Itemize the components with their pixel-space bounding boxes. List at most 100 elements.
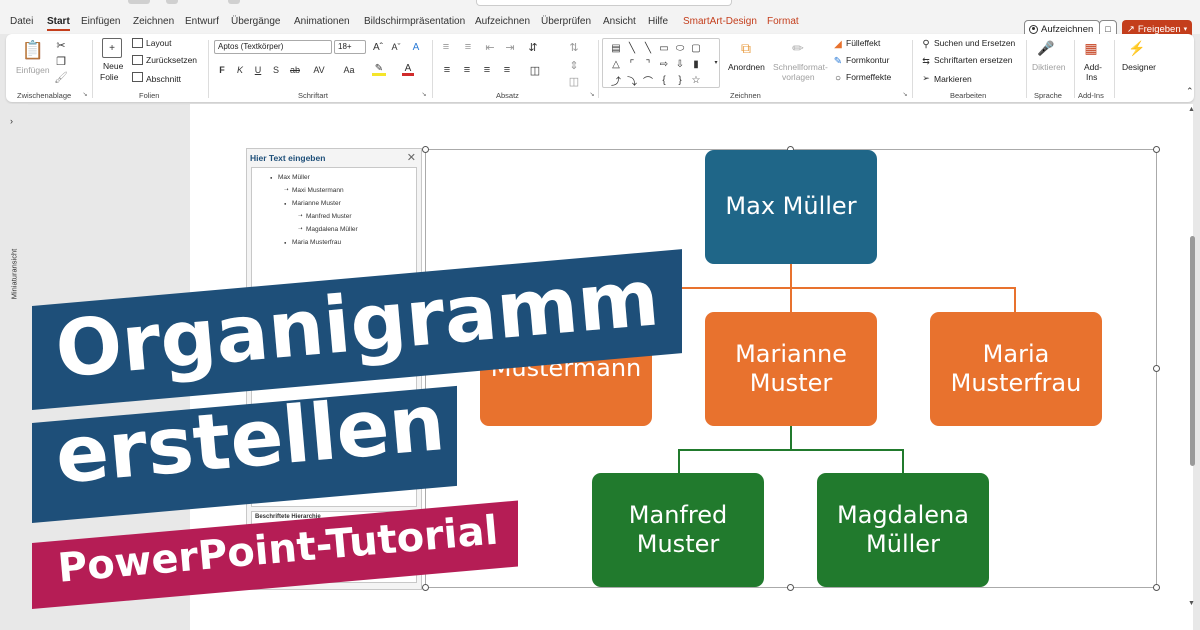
increase-font-icon[interactable]: Aˆ <box>371 40 385 54</box>
font-color-icon[interactable]: A <box>402 63 414 76</box>
font-name-select[interactable]: Aptos (Textkörper) <box>214 40 332 54</box>
org-node-root[interactable]: Max Müller <box>705 150 877 264</box>
right-arrow-icon[interactable]: ⇨ <box>656 56 672 72</box>
flowchart-icon[interactable]: ▮ <box>688 56 704 72</box>
brace-left-icon[interactable]: { <box>656 72 672 88</box>
brace-right-icon[interactable]: } <box>672 72 688 88</box>
italic-icon[interactable]: K <box>234 64 246 76</box>
org-node-level3[interactable]: Manfred Muster <box>592 473 764 587</box>
copy-icon[interactable]: ❐ <box>54 54 68 68</box>
align-text-icon[interactable]: ⇕ <box>566 58 582 72</box>
resize-handle[interactable] <box>1153 584 1160 591</box>
increase-indent-icon[interactable]: ⇥ <box>502 40 518 54</box>
resize-handle[interactable] <box>422 584 429 591</box>
justify-icon[interactable]: ≡ <box>500 64 514 76</box>
new-slide-icon[interactable]: + <box>102 38 122 58</box>
list-item[interactable]: Maria Musterfrau <box>284 239 341 246</box>
close-icon[interactable]: ✕ <box>407 151 416 164</box>
addins-label-2[interactable]: Ins <box>1086 72 1097 82</box>
list-item[interactable]: Max Müller <box>270 174 310 181</box>
resize-handle[interactable] <box>422 146 429 153</box>
addins-label-1[interactable]: Add- <box>1084 62 1102 72</box>
arc-icon[interactable]: ⌒ <box>640 72 656 88</box>
section-button[interactable]: Abschnitt <box>146 74 181 84</box>
resize-handle[interactable] <box>1153 365 1160 372</box>
highlight-icon[interactable]: ✎ <box>372 63 386 76</box>
resize-handle[interactable] <box>787 584 794 591</box>
addins-icon[interactable]: ▦ <box>1081 38 1101 58</box>
line-icon[interactable]: ╲ <box>640 40 656 56</box>
chevron-up-icon[interactable]: ⌃ <box>1186 86 1194 97</box>
elbow-connector-icon[interactable]: ⌝ <box>640 56 656 72</box>
bold-icon[interactable]: F <box>216 64 228 76</box>
quick-access-icon[interactable] <box>128 0 150 4</box>
scroll-up-icon[interactable]: ▲ <box>1188 106 1195 113</box>
tab-datei[interactable]: Datei <box>10 16 33 27</box>
vertical-scrollbar[interactable] <box>1190 236 1195 466</box>
tab-entwurf[interactable]: Entwurf <box>185 16 219 27</box>
org-node-level2[interactable]: Maria Musterfrau <box>930 312 1102 426</box>
tab-uebergaenge[interactable]: Übergänge <box>231 16 280 27</box>
tab-hilfe[interactable]: Hilfe <box>648 16 668 27</box>
designer-icon[interactable]: ⚡ <box>1126 38 1148 58</box>
tab-smartart-design[interactable]: SmartArt-Design <box>683 16 757 27</box>
tab-animationen[interactable]: Animationen <box>294 16 350 27</box>
tab-aufzeichnen[interactable]: Aufzeichnen <box>475 16 530 27</box>
replace-fonts-button[interactable]: Schriftarten ersetzen <box>934 55 1012 65</box>
designer-label[interactable]: Designer <box>1122 62 1156 72</box>
quick-access-icon[interactable] <box>228 0 240 4</box>
text-direction-icon[interactable]: ⇅ <box>566 40 582 54</box>
ellipse-icon[interactable]: ⬭ <box>672 40 688 56</box>
format-painter-icon[interactable]: 🖌 <box>54 70 68 84</box>
search-box[interactable] <box>476 0 732 6</box>
microphone-icon[interactable]: 🎤 <box>1036 38 1056 58</box>
reset-button[interactable]: Zurücksetzen <box>146 55 197 65</box>
list-item[interactable]: Maxi Mustermann <box>284 187 344 194</box>
line-spacing-icon[interactable]: ⇵ <box>524 40 542 54</box>
font-size-select[interactable]: 18+ <box>334 40 366 54</box>
numbering-icon[interactable]: ≡ <box>460 40 476 54</box>
tab-bildschirmpraesentation[interactable]: Bildschirmpräsentation <box>364 16 465 27</box>
shadow-icon[interactable]: S <box>270 64 282 76</box>
org-node-level3[interactable]: Magdalena Müller <box>817 473 989 587</box>
smartart-convert-icon[interactable]: ◫ <box>566 74 582 88</box>
quick-styles-icon[interactable]: ✏ <box>788 38 808 58</box>
decrease-font-icon[interactable]: Aˇ <box>389 40 403 54</box>
tab-einfuegen[interactable]: Einfügen <box>81 16 120 27</box>
org-node-level2[interactable]: Marianne Muster <box>705 312 877 426</box>
triangle-icon[interactable]: △ <box>608 56 624 72</box>
tab-start[interactable]: Start <box>47 16 70 31</box>
tab-zeichnen[interactable]: Zeichnen <box>133 16 174 27</box>
dialog-launcher-icon[interactable]: ↘ <box>82 91 88 98</box>
arrange-label[interactable]: Anordnen <box>728 62 765 72</box>
layout-button[interactable]: Layout <box>146 38 172 48</box>
curve-icon[interactable]: ⤵ <box>624 72 640 88</box>
clear-format-icon[interactable]: A <box>409 40 423 54</box>
chevron-right-icon[interactable]: › <box>10 116 13 126</box>
change-case-icon[interactable]: Aa <box>340 64 358 76</box>
cut-icon[interactable]: ✂ <box>54 38 68 52</box>
text-box-icon[interactable]: ▤ <box>608 40 624 56</box>
bullets-icon[interactable]: ≡ <box>438 40 454 54</box>
list-item[interactable]: Magdalena Müller <box>298 226 358 233</box>
dialog-launcher-icon[interactable]: ↘ <box>421 91 427 98</box>
arrange-icon[interactable]: ⧉ <box>736 38 756 58</box>
fill-button[interactable]: Fülleffekt <box>846 38 880 48</box>
effects-button[interactable]: Formeffekte <box>846 72 891 82</box>
resize-handle[interactable] <box>1153 146 1160 153</box>
strikethrough-icon[interactable]: ab <box>288 64 302 76</box>
select-button[interactable]: Markieren <box>934 74 972 84</box>
tab-ueberpruefen[interactable]: Überprüfen <box>541 16 591 27</box>
quick-access-icon[interactable] <box>166 0 178 4</box>
elbow-connector-icon[interactable]: ⌜ <box>624 56 640 72</box>
list-item[interactable]: Marianne Muster <box>284 200 341 207</box>
outline-button[interactable]: Formkontur <box>846 55 889 65</box>
align-center-icon[interactable]: ≡ <box>460 64 474 76</box>
down-arrow-icon[interactable]: ⇩ <box>672 56 688 72</box>
gallery-more-icon[interactable]: ▾ <box>712 44 720 80</box>
decrease-indent-icon[interactable]: ⇤ <box>482 40 498 54</box>
curve-icon[interactable]: ⤴ <box>608 72 624 88</box>
scroll-down-icon[interactable]: ▼ <box>1188 600 1195 607</box>
rectangle-icon[interactable]: ▭ <box>656 40 672 56</box>
rounded-rectangle-icon[interactable]: ▢ <box>688 40 704 56</box>
